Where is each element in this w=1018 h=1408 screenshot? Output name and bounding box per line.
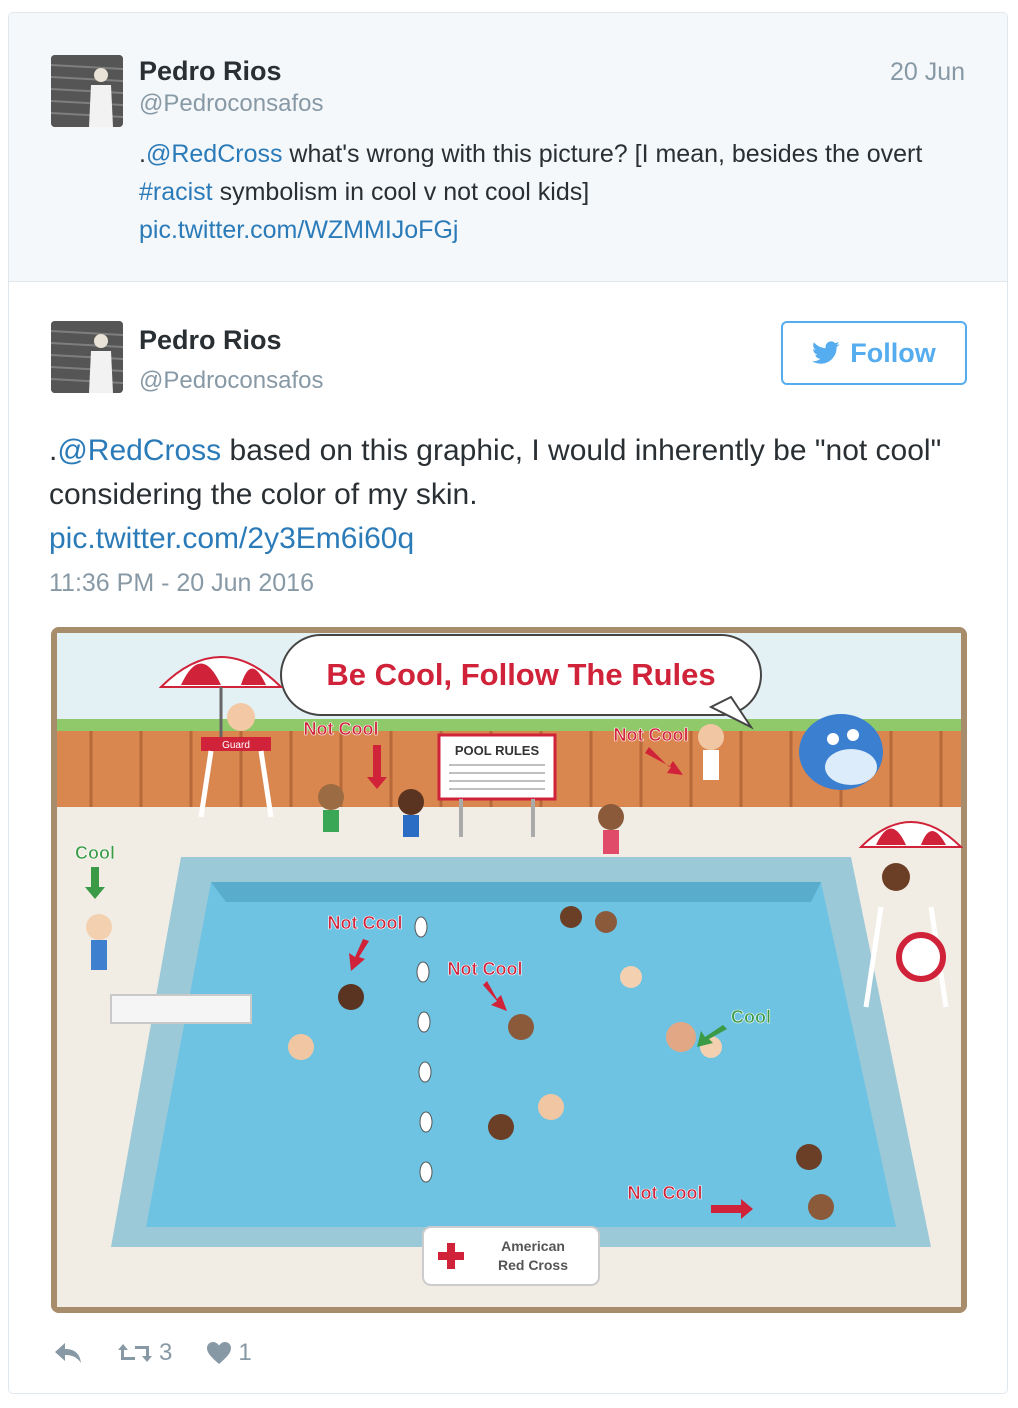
label-not-cool: Not Cool — [448, 959, 523, 979]
label-not-cool: Not Cool — [614, 725, 689, 745]
retweet-button[interactable]: 3 — [117, 1339, 172, 1367]
tweet-photo[interactable]: Be Cool, Follow The Rules Guard POOL RUL… — [51, 627, 967, 1313]
headline-bubble: Be Cool, Follow The Rules — [280, 634, 762, 730]
pool — [111, 857, 931, 1247]
follow-button[interactable]: Follow — [781, 321, 967, 385]
tweet-date[interactable]: 20 Jun — [890, 58, 965, 87]
label-cool: Cool — [731, 1007, 771, 1027]
reply-button[interactable] — [53, 1342, 83, 1364]
label-cool: Cool — [75, 843, 115, 863]
text-end: symbolism in cool v not cool kids] — [212, 178, 590, 206]
label-not-cool: Not Cool — [328, 913, 403, 933]
red-cross-logo: American Red Cross — [422, 1226, 600, 1286]
logo-line-2: Red Cross — [498, 1257, 568, 1273]
author-handle[interactable]: @Pedroconsafos — [139, 367, 323, 395]
twitter-bird-icon — [812, 341, 840, 364]
whale-mascot — [799, 714, 883, 790]
follow-label: Follow — [850, 337, 936, 368]
heart-icon — [207, 1342, 232, 1364]
pic-link[interactable]: pic.twitter.com/2y3Em6i60q — [49, 522, 414, 555]
retweet-count: 3 — [159, 1339, 173, 1366]
like-count: 1 — [238, 1339, 252, 1366]
mention-link[interactable]: @RedCross — [57, 434, 221, 467]
hashtag-link[interactable]: #racist — [139, 178, 213, 206]
text-middle: what's wrong with this picture? [I mean,… — [282, 140, 923, 168]
tweet-card: Pedro Rios @Pedroconsafos 20 Jun .@RedCr… — [8, 12, 1008, 1394]
tweet-timestamp[interactable]: 11:36 PM - 20 Jun 2016 — [49, 569, 314, 598]
author-handle[interactable]: @Pedroconsafos — [139, 90, 323, 118]
author-name[interactable]: Pedro Rios — [139, 325, 282, 356]
avatar[interactable] — [51, 55, 123, 127]
reply-icon — [55, 1343, 81, 1363]
parent-tweet[interactable]: Pedro Rios @Pedroconsafos 20 Jun .@RedCr… — [9, 13, 1007, 282]
like-button[interactable]: 1 — [206, 1339, 252, 1367]
logo-line-1: American — [501, 1238, 565, 1254]
retweet-icon — [118, 1344, 152, 1362]
author-name[interactable]: Pedro Rios — [139, 56, 282, 87]
text-prefix: . — [139, 140, 146, 168]
guard-label: Guard — [222, 740, 250, 751]
pic-link[interactable]: pic.twitter.com/WZMMIJoFGj — [139, 216, 458, 244]
label-not-cool: Not Cool — [628, 1183, 703, 1203]
tweet-text: .@RedCross based on this graphic, I woul… — [49, 429, 969, 561]
tweet-text: .@RedCross what's wrong with this pictur… — [139, 135, 979, 249]
mention-link[interactable]: @RedCross — [146, 140, 283, 168]
tweet-actions: 3 1 — [53, 1335, 286, 1371]
pool-rules-title: POOL RULES — [455, 743, 540, 758]
label-not-cool: Not Cool — [304, 719, 379, 739]
diving-board — [110, 994, 252, 1024]
poster-headline: Be Cool, Follow The Rules — [326, 657, 715, 692]
avatar[interactable] — [51, 321, 123, 393]
